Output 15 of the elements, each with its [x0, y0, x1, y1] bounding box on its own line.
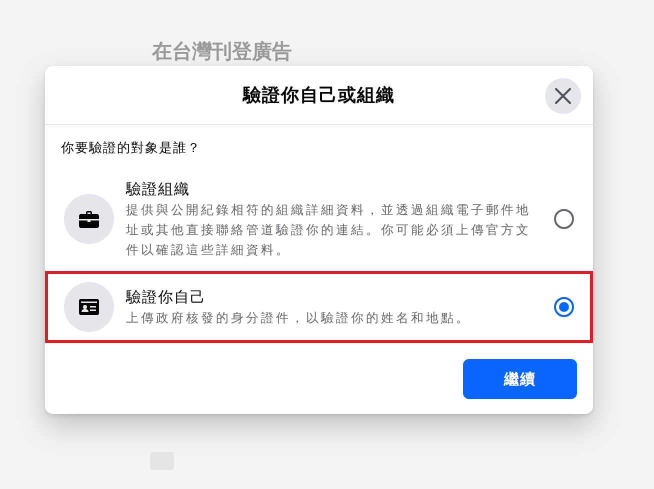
option-title: 驗證組織 — [126, 179, 191, 200]
close-button[interactable] — [545, 78, 581, 114]
id-card-icon — [79, 299, 99, 315]
option-description: 提供與公開紀錄相符的組織詳細資料，並透過組織電子郵件地址或其他直接聯絡管道驗證你的連結。你可能必須上傳官方文件以確認這些詳細資料。 — [126, 201, 532, 259]
close-icon — [555, 88, 571, 104]
dialog-title: 驗證你自己或組織 — [243, 84, 395, 107]
option-row[interactable]: 驗證你自己 上傳政府核發的身分證件，以驗證你的姓名和地點。 — [45, 271, 593, 343]
option-row[interactable]: 驗證組織 提供與公開紀錄相符的組織詳細資料，並透過組織電子郵件地址或其他直接聯絡管道驗證你的連結。你可能必須上傳官方文件以確認這些詳細資料。 — [45, 167, 593, 271]
option-title: 驗證你自己 — [126, 287, 207, 308]
radio-button[interactable] — [554, 297, 574, 317]
radio-button[interactable] — [554, 209, 574, 229]
question-text: 你要驗證的對象是誰？ — [60, 140, 202, 158]
page-title: 在台灣刊登廣告 — [152, 38, 292, 65]
continue-button[interactable]: 繼續 — [463, 359, 577, 399]
option-description: 上傳政府核發的身分證件，以驗證你的姓名和地點。 — [126, 309, 472, 327]
